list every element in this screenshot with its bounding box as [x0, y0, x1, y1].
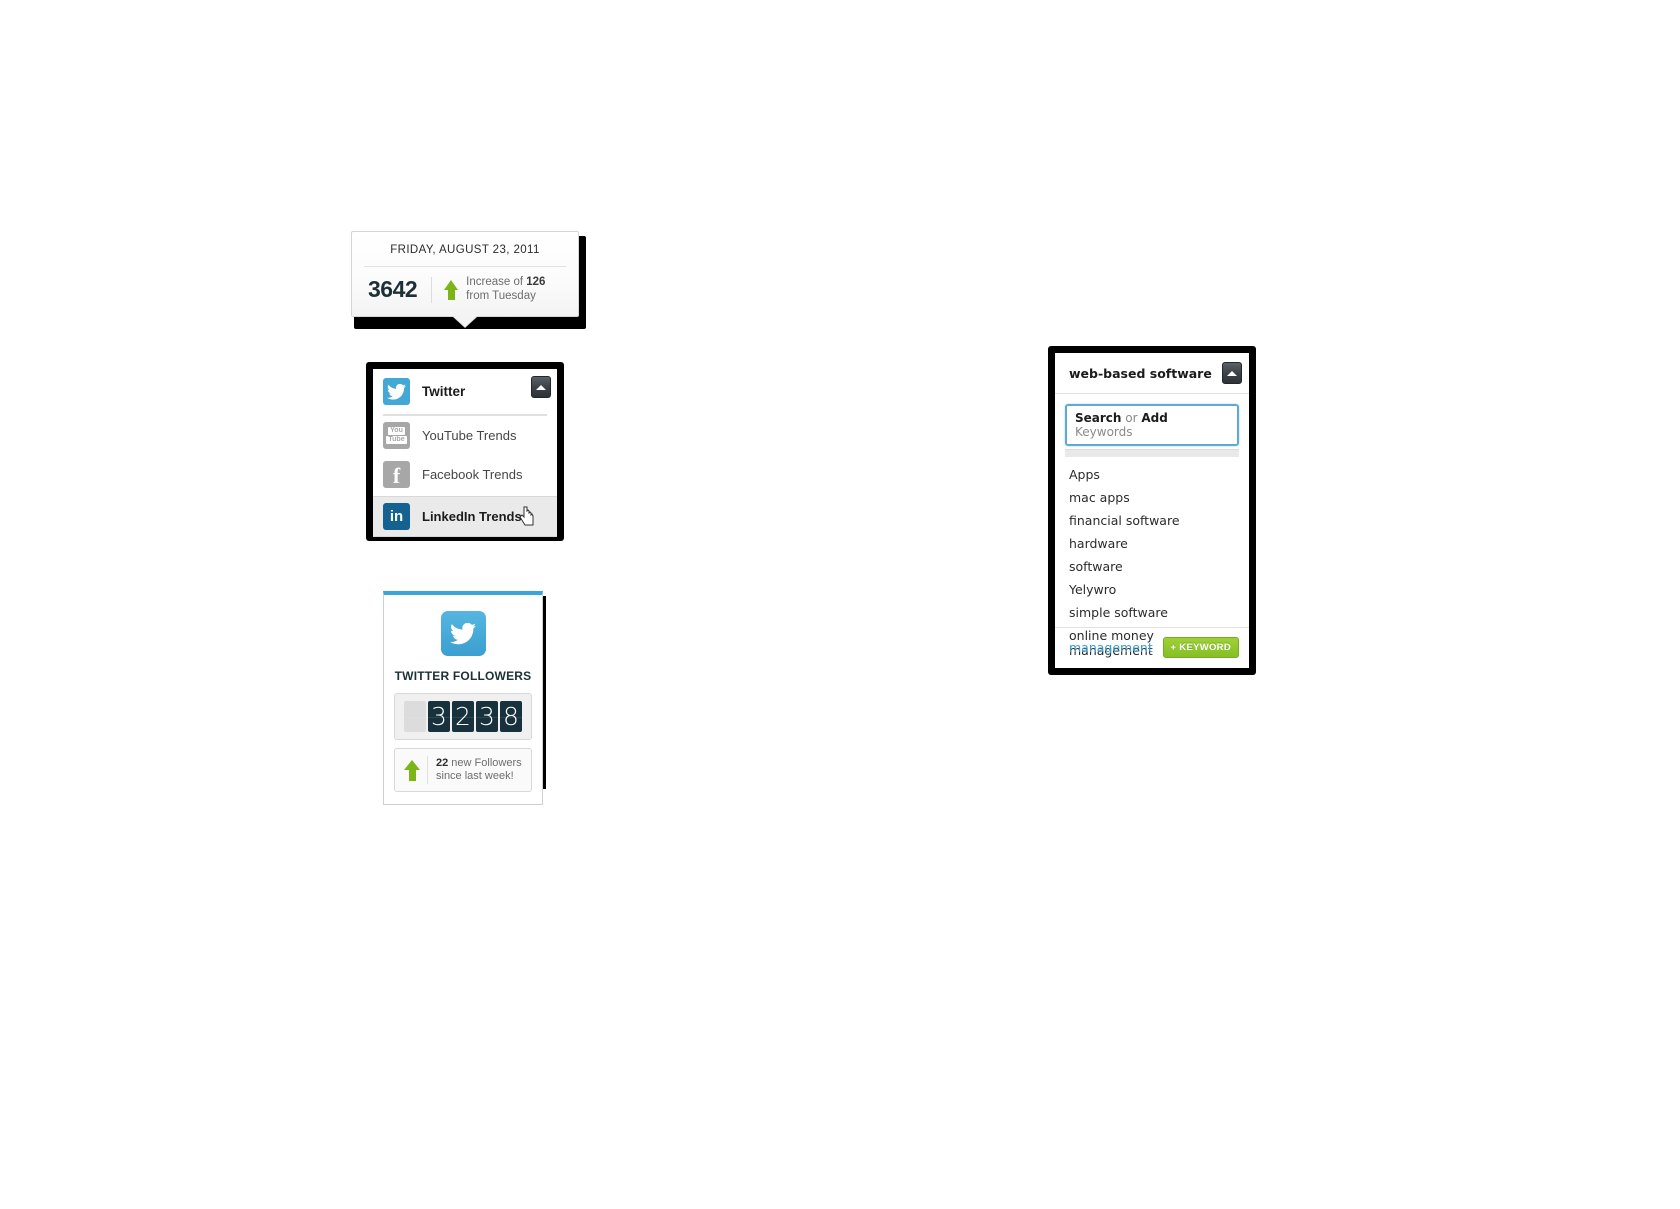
dropdown-item-facebook-trends[interactable]: f Facebook Trends: [373, 455, 557, 494]
counter-digit: [404, 701, 426, 732]
keyword-list-item[interactable]: hardware: [1055, 532, 1249, 555]
tooltip-increase-text: Increase of 126 from Tuesday: [466, 276, 545, 303]
arrow-up-icon: [444, 279, 459, 301]
search-label-middle: or: [1121, 411, 1142, 425]
tooltip-vertical-divider: [431, 276, 433, 303]
dropdown-header-label: Twitter: [422, 384, 466, 399]
arrow-up-icon: [404, 759, 420, 781]
followers-delta-text: 22 new Followers since last week!: [436, 757, 522, 783]
keyword-search-input[interactable]: Search or Add Keywords: [1065, 404, 1239, 446]
followers-delta-line1: new Followers: [448, 757, 522, 769]
twitter-followers-widget: TWITTER FOLLOWERS 3 2 3 8 22 new Followe…: [383, 591, 546, 805]
stat-divider: [427, 756, 428, 784]
keyword-panel-header: web-based software: [1055, 353, 1249, 394]
dropdown-item-label: LinkedIn Trends: [422, 509, 522, 524]
dropdown-item-label: YouTube Trends: [422, 428, 517, 443]
tooltip-body: FRIDAY, AUGUST 23, 2011 3642 Increase of…: [351, 231, 579, 331]
counter-digit: 3: [428, 701, 450, 732]
keyword-search-wrapper: Search or Add Keywords: [1055, 394, 1249, 446]
keyword-panel-footer: management + KEYWORD: [1055, 627, 1249, 668]
followers-delta-value: 22: [436, 757, 449, 769]
tooltip-increase-prefix: Increase of: [466, 276, 527, 288]
collapse-button[interactable]: [1222, 362, 1242, 384]
caret-up-icon: [1227, 370, 1237, 376]
add-keyword-button[interactable]: + KEYWORD: [1162, 637, 1239, 658]
counter-digit: 2: [452, 701, 474, 732]
keyword-manager-panel: web-based software Search or Add Keyword…: [1048, 346, 1256, 675]
collapse-button[interactable]: [531, 376, 551, 398]
tooltip-increase-suffix: from Tuesday: [466, 289, 536, 302]
followers-delta-line2: since last week!: [436, 770, 514, 782]
widget-title: TWITTER FOLLOWERS: [394, 669, 532, 683]
keyword-panel-title: web-based software: [1069, 366, 1212, 381]
widget-body: TWITTER FOLLOWERS 3 2 3 8 22 new Followe…: [383, 591, 543, 805]
social-network-dropdown[interactable]: Twitter You Tube YouTube Trends f Faceboo…: [366, 362, 564, 541]
linkedin-icon: in: [383, 503, 410, 530]
search-label-bold: Search: [1075, 411, 1122, 425]
youtube-icon: You Tube: [383, 422, 410, 449]
dropdown-item-label: Facebook Trends: [422, 467, 523, 482]
keyword-list-item[interactable]: financial software: [1055, 509, 1249, 532]
keyword-list-item[interactable]: Apps: [1055, 463, 1249, 486]
tooltip-notch: [453, 316, 477, 327]
keyword-panel-inner: web-based software Search or Add Keyword…: [1055, 353, 1249, 668]
tooltip-stat-row: 3642 Increase of 126 from Tuesday: [352, 267, 578, 316]
caret-up-icon: [536, 384, 546, 390]
tooltip-date-label: FRIDAY, AUGUST 23, 2011: [390, 244, 540, 256]
keyword-list-item[interactable]: software: [1055, 555, 1249, 578]
date-summary-tooltip: FRIDAY, AUGUST 23, 2011 3642 Increase of…: [351, 231, 586, 331]
dropdown-item-linkedin-trends[interactable]: in LinkedIn Trends: [373, 496, 557, 537]
search-label-add: Add: [1141, 411, 1168, 425]
follower-counter: 3 2 3 8: [394, 693, 532, 740]
twitter-bird-icon: [440, 611, 486, 656]
dropdown-item-youtube-trends[interactable]: You Tube YouTube Trends: [373, 416, 557, 455]
keyword-footer-link[interactable]: management: [1069, 640, 1153, 655]
dropdown-header[interactable]: Twitter: [373, 369, 557, 414]
tooltip-count-value: 3642: [368, 276, 418, 302]
search-underbar: [1065, 449, 1239, 457]
counter-digit: 3: [476, 701, 498, 732]
counter-digit: 8: [500, 701, 522, 732]
twitter-bird-icon: [383, 378, 410, 405]
dropdown-inner: Twitter You Tube YouTube Trends f Faceboo…: [373, 369, 557, 537]
tooltip-increase-value: 126: [526, 276, 546, 288]
keyword-list-item[interactable]: Yelywro: [1055, 578, 1249, 601]
followers-delta-row: 22 new Followers since last week!: [394, 748, 532, 792]
keyword-list-item[interactable]: simple software: [1055, 601, 1249, 624]
keyword-list-item[interactable]: mac apps: [1055, 486, 1249, 509]
search-label-suffix: Keywords: [1075, 425, 1133, 439]
facebook-icon: f: [383, 461, 410, 488]
